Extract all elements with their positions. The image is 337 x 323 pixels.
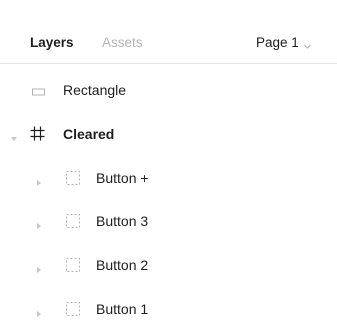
caret-right-icon[interactable]	[35, 174, 43, 186]
caret-right-icon[interactable]	[35, 305, 43, 317]
caret-down-icon[interactable]	[10, 130, 18, 141]
layer-row-rectangle[interactable]: Rectangle	[0, 70, 337, 110]
layer-row-button-plus[interactable]: Button +	[0, 158, 337, 198]
group-dashed-icon	[66, 258, 80, 275]
group-dashed-icon	[66, 171, 80, 188]
layer-label: Button +	[96, 170, 149, 186]
caret-right-icon[interactable]	[35, 217, 43, 229]
rectangle-icon	[32, 84, 45, 100]
layer-row-button-2[interactable]: Button 2	[0, 245, 337, 285]
layer-label: Cleared	[63, 126, 115, 142]
group-dashed-icon	[66, 214, 80, 231]
header-divider	[0, 63, 337, 64]
tab-assets[interactable]: Assets	[102, 35, 143, 51]
caret-right-icon[interactable]	[35, 261, 43, 273]
page-selector[interactable]: Page 1	[256, 35, 312, 51]
chevron-down-icon	[303, 39, 312, 49]
layer-label: Rectangle	[63, 82, 127, 98]
page-selector-label: Page 1	[256, 35, 299, 50]
layer-row-button-3[interactable]: Button 3	[0, 201, 337, 241]
tab-layers[interactable]: Layers	[30, 35, 74, 51]
frame-icon	[30, 126, 45, 144]
layer-label: Button 3	[96, 213, 149, 229]
layer-row-cleared[interactable]: Cleared	[0, 114, 337, 154]
layer-label: Button 2	[96, 257, 149, 273]
layer-label: Button 1	[96, 301, 149, 317]
group-dashed-icon	[66, 302, 80, 319]
layers-panel: Layers Assets Page 1 Rectangle Cleared B…	[0, 0, 337, 323]
layer-row-button-1[interactable]: Button 1	[0, 289, 337, 323]
